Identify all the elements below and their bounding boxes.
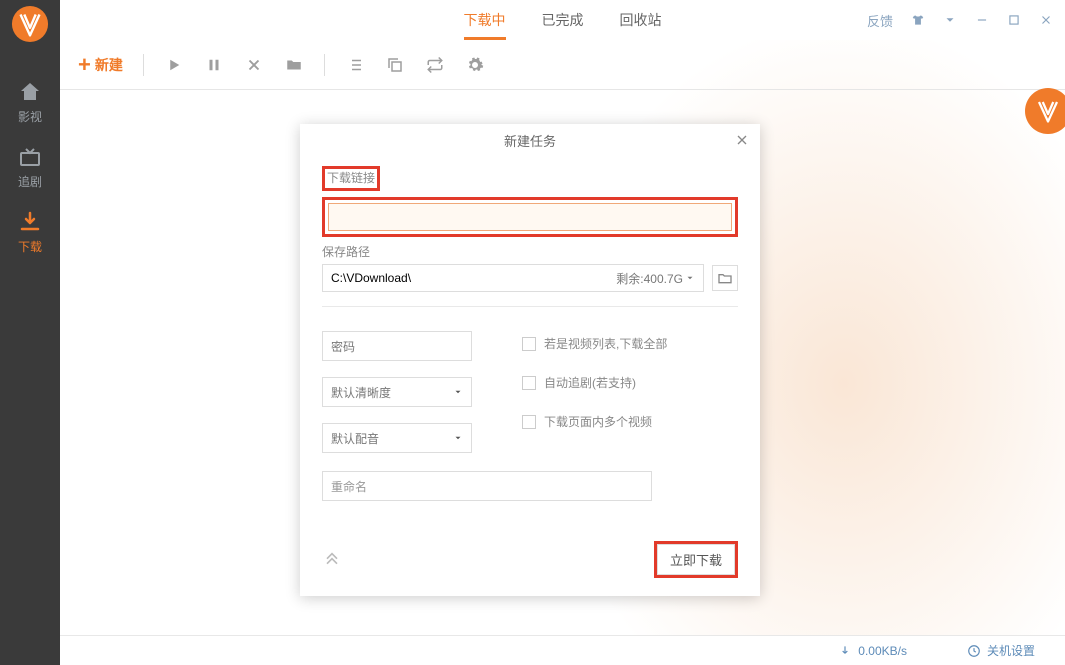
clarity-select[interactable]: 默认清晰度 bbox=[322, 377, 472, 407]
modal-footer: 立即下载 bbox=[300, 521, 760, 596]
download-icon bbox=[18, 210, 42, 234]
list-icon[interactable] bbox=[345, 55, 365, 75]
checkbox-multi[interactable]: 下载页面内多个视频 bbox=[522, 413, 738, 430]
title-bar: 下载中 已完成 回收站 反馈 bbox=[60, 0, 1065, 40]
modal-body: 下载链接 保存路径 C:\VDownload\ 剩余:400.7G 密码 默认清… bbox=[300, 156, 760, 521]
url-input[interactable] bbox=[328, 203, 732, 231]
sidebar-item-label: 下载 bbox=[18, 238, 42, 255]
options-right: 若是视频列表,下载全部 自动追剧(若支持) 下载页面内多个视频 bbox=[522, 331, 738, 453]
sidebar-item-download[interactable]: 下载 bbox=[0, 202, 60, 267]
pause-icon[interactable] bbox=[204, 55, 224, 75]
status-shutdown[interactable]: 关机设置 bbox=[967, 642, 1035, 659]
repeat-icon[interactable] bbox=[425, 55, 445, 75]
separator bbox=[324, 54, 325, 76]
separator bbox=[143, 54, 144, 76]
browse-folder-button[interactable] bbox=[712, 265, 738, 291]
modal-header: 新建任务 bbox=[300, 124, 760, 156]
new-task-modal: 新建任务 下载链接 保存路径 C:\VDownload\ 剩余:400.7G 密… bbox=[300, 124, 760, 596]
download-arrow-icon bbox=[838, 644, 852, 658]
tv-icon bbox=[18, 145, 42, 169]
clock-icon bbox=[967, 644, 981, 658]
gear-icon[interactable] bbox=[465, 55, 485, 75]
sidebar-item-label: 追剧 bbox=[18, 173, 42, 190]
plus-icon: + bbox=[78, 54, 91, 76]
dropdown-icon[interactable] bbox=[943, 13, 957, 27]
delete-icon[interactable] bbox=[244, 55, 264, 75]
sidebar-item-label: 影视 bbox=[18, 108, 42, 125]
minimize-icon[interactable] bbox=[975, 13, 989, 27]
path-input[interactable]: C:\VDownload\ 剩余:400.7G bbox=[322, 264, 704, 292]
feedback-link[interactable]: 反馈 bbox=[867, 11, 893, 30]
chevron-down-icon bbox=[685, 273, 695, 283]
free-space-label: 剩余:400.7G bbox=[616, 270, 683, 287]
modal-title: 新建任务 bbox=[504, 131, 556, 150]
modal-close-icon[interactable] bbox=[734, 132, 750, 148]
status-bar: 0.00KB/s 关机设置 bbox=[60, 635, 1065, 665]
tab-downloading[interactable]: 下载中 bbox=[464, 0, 506, 40]
top-tabs: 下载中 已完成 回收站 bbox=[464, 0, 662, 40]
home-icon bbox=[18, 80, 42, 104]
path-value: C:\VDownload\ bbox=[331, 271, 411, 285]
close-icon[interactable] bbox=[1039, 13, 1053, 27]
password-input[interactable]: 密码 bbox=[322, 331, 472, 361]
sidebar-item-video[interactable]: 影视 bbox=[0, 72, 60, 137]
checkbox-icon bbox=[522, 415, 536, 429]
status-speed[interactable]: 0.00KB/s bbox=[838, 644, 907, 658]
checkbox-autofollow[interactable]: 自动追剧(若支持) bbox=[522, 374, 738, 391]
new-button-label: 新建 bbox=[95, 55, 123, 75]
checkbox-icon bbox=[522, 376, 536, 390]
dub-select[interactable]: 默认配音 bbox=[322, 423, 472, 453]
window-controls: 反馈 bbox=[867, 0, 1053, 40]
checkbox-playlist[interactable]: 若是视频列表,下载全部 bbox=[522, 335, 738, 352]
checkbox-icon bbox=[522, 337, 536, 351]
options-left: 密码 默认清晰度 默认配音 bbox=[322, 331, 472, 453]
url-label: 下载链接 bbox=[322, 166, 380, 191]
maximize-icon[interactable] bbox=[1007, 13, 1021, 27]
folder-icon[interactable] bbox=[284, 55, 304, 75]
chevron-down-icon bbox=[453, 433, 463, 443]
download-highlight: 立即下载 bbox=[654, 541, 738, 578]
chevron-down-icon bbox=[453, 387, 463, 397]
shirt-icon[interactable] bbox=[911, 13, 925, 27]
collapse-icon[interactable] bbox=[322, 547, 342, 572]
path-row: C:\VDownload\ 剩余:400.7G bbox=[322, 264, 738, 307]
sidebar-item-follow[interactable]: 追剧 bbox=[0, 137, 60, 202]
tab-completed[interactable]: 已完成 bbox=[542, 0, 584, 40]
rename-input[interactable]: 重命名 bbox=[322, 471, 652, 501]
url-highlight bbox=[322, 197, 738, 237]
app-logo bbox=[10, 4, 50, 44]
tab-recycle[interactable]: 回收站 bbox=[620, 0, 662, 40]
left-sidebar: 影视 追剧 下载 bbox=[0, 0, 60, 665]
copy-icon[interactable] bbox=[385, 55, 405, 75]
floating-logo[interactable] bbox=[1025, 88, 1065, 134]
new-button[interactable]: + 新建 bbox=[78, 54, 123, 76]
options-grid: 密码 默认清晰度 默认配音 若是视频列表,下载全部 自动追剧(若支持) 下载页面… bbox=[322, 331, 738, 453]
path-label: 保存路径 bbox=[322, 243, 738, 260]
download-now-button[interactable]: 立即下载 bbox=[657, 544, 735, 575]
toolbar: + 新建 bbox=[60, 40, 1065, 90]
play-icon[interactable] bbox=[164, 55, 184, 75]
